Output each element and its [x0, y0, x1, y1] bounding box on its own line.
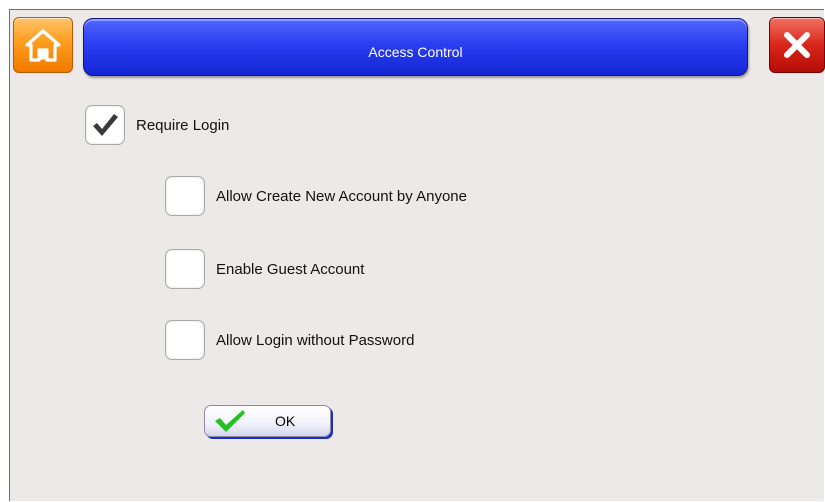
- option-allow-create-account[interactable]: Allow Create New Account by Anyone: [165, 176, 467, 216]
- title-bar: Access Control: [83, 18, 748, 76]
- allow-create-account-checkbox[interactable]: [165, 176, 205, 216]
- option-require-login[interactable]: Require Login: [85, 105, 229, 145]
- check-icon: [215, 410, 245, 432]
- ok-label: OK: [275, 413, 296, 429]
- enable-guest-account-label: Enable Guest Account: [216, 260, 365, 278]
- require-login-label: Require Login: [136, 116, 230, 134]
- access-control-panel: [9, 9, 824, 501]
- checkmark-icon: [93, 114, 118, 136]
- option-enable-guest-account[interactable]: Enable Guest Account: [165, 249, 364, 289]
- login-without-password-label: Allow Login without Password: [216, 331, 415, 349]
- enable-guest-account-checkbox[interactable]: [165, 249, 205, 289]
- page-title: Access Control: [368, 44, 463, 60]
- allow-create-account-label: Allow Create New Account by Anyone: [216, 187, 467, 205]
- close-icon: [784, 32, 810, 58]
- close-button[interactable]: [769, 17, 825, 73]
- home-icon: [25, 29, 61, 62]
- require-login-checkbox[interactable]: [85, 105, 125, 145]
- ok-button[interactable]: OK: [204, 405, 331, 437]
- login-without-password-checkbox[interactable]: [165, 320, 205, 360]
- option-login-without-password[interactable]: Allow Login without Password: [165, 320, 414, 360]
- home-button[interactable]: [13, 17, 73, 73]
